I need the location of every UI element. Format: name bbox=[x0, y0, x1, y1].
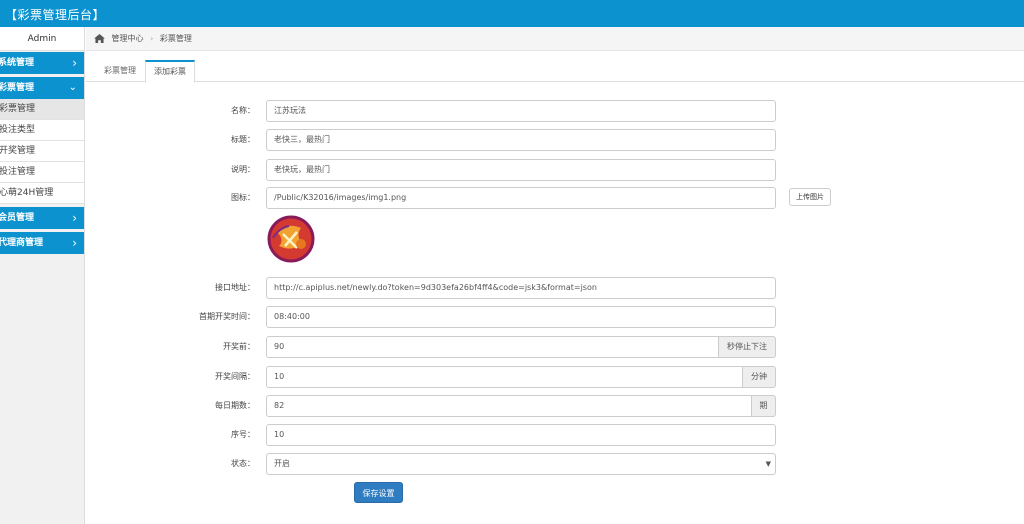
sidebar-group-label: 系统管理 bbox=[0, 58, 35, 68]
desc-input[interactable]: 老快玩，最热门 bbox=[266, 159, 776, 181]
sidebar-group-system[interactable]: 系统管理 › bbox=[0, 52, 84, 74]
desc-label: 说明： bbox=[231, 165, 255, 174]
api-label: 接口地址： bbox=[215, 283, 255, 292]
top-header-bar: 【彩票管理后台】 bbox=[0, 0, 1024, 27]
status-label: 状态： bbox=[231, 459, 255, 468]
sidebar-item-label: 心萌24H管理 bbox=[0, 188, 54, 198]
order-label: 序号： bbox=[231, 430, 255, 439]
form-row-desc: 说明： 老快玩，最热门 bbox=[86, 159, 1024, 181]
chevron-right-icon: › bbox=[72, 56, 77, 70]
icon-path-input[interactable]: /Public/K32016/images/img1.png bbox=[266, 187, 776, 209]
name-label: 名称： bbox=[231, 106, 255, 115]
status-select-value: 开启 bbox=[274, 459, 290, 468]
form-row-daily: 每日期数： 82 期 bbox=[86, 395, 1024, 417]
sidebar: Admin 系统管理 › 彩票管理 ⌄ 彩票管理 投注类型 开奖管理 投注管理 … bbox=[0, 27, 85, 524]
tab-bar: 彩票管理 添加彩票 bbox=[86, 60, 1024, 83]
interval-addon: 分钟 bbox=[743, 366, 776, 388]
icon-preview-image bbox=[267, 214, 329, 264]
sidebar-item-label: 投注管理 bbox=[0, 167, 36, 177]
app-title: 【彩票管理后台】 bbox=[5, 8, 106, 22]
sidebar-item-label: 彩票管理 bbox=[0, 104, 36, 114]
daily-label: 每日期数： bbox=[215, 401, 255, 410]
sidebar-group-label: 彩票管理 bbox=[0, 83, 35, 93]
form-row-status: 状态： 开启 ▼ bbox=[86, 453, 1024, 475]
breadcrumb-current: 彩票管理 bbox=[159, 34, 192, 43]
form-row-name: 名称： 江苏玩法 bbox=[86, 100, 1024, 122]
chevron-right-icon: › bbox=[72, 211, 77, 225]
sidebar-item-bet-type[interactable]: 投注类型 bbox=[0, 120, 84, 141]
sidebar-user: Admin bbox=[0, 27, 84, 51]
daily-addon: 期 bbox=[752, 395, 776, 417]
sidebar-group-agents[interactable]: 代理商管理 › bbox=[0, 232, 84, 254]
before-seconds-input[interactable]: 90 bbox=[266, 336, 719, 358]
breadcrumb-separator-icon: › bbox=[150, 34, 154, 43]
sidebar-group-label: 会员管理 bbox=[0, 213, 35, 223]
main-content: 管理中心 › 彩票管理 彩票管理 添加彩票 名称： 江苏玩法 标题： 老快三，最… bbox=[86, 27, 1024, 524]
sidebar-group-label: 代理商管理 bbox=[0, 238, 44, 248]
sidebar-item-draw-manage[interactable]: 开奖管理 bbox=[0, 141, 84, 162]
name-input[interactable]: 江苏玩法 bbox=[266, 100, 776, 122]
daily-input-group: 82 期 bbox=[266, 395, 776, 417]
form-row-first-time: 首期开奖时间： 08:40:00 bbox=[86, 306, 1024, 328]
first-time-label: 首期开奖时间： bbox=[199, 312, 255, 321]
sidebar-item-24h-manage[interactable]: 心萌24H管理 bbox=[0, 183, 84, 204]
sidebar-item-label: 开奖管理 bbox=[0, 146, 36, 156]
form-row-interval: 开奖间隔： 10 分钟 bbox=[86, 366, 1024, 388]
breadcrumb-home[interactable]: 管理中心 bbox=[112, 34, 144, 43]
sidebar-item-lottery-manage[interactable]: 彩票管理 bbox=[0, 99, 84, 120]
form-row-icon: 图标： /Public/K32016/images/img1.png 上传图片 bbox=[86, 187, 1024, 209]
before-label: 开奖前： bbox=[223, 342, 255, 351]
form-row-api: 接口地址： http://c.apiplus.net/newly.do?toke… bbox=[86, 277, 1024, 299]
sidebar-group-members[interactable]: 会员管理 › bbox=[0, 207, 84, 229]
sidebar-item-bet-manage[interactable]: 投注管理 bbox=[0, 162, 84, 183]
interval-input-group: 10 分钟 bbox=[266, 366, 776, 388]
first-draw-time-input[interactable]: 08:40:00 bbox=[266, 306, 776, 328]
breadcrumb: 管理中心 › 彩票管理 bbox=[86, 27, 1024, 51]
chevron-right-icon: › bbox=[72, 236, 77, 250]
tab-add-lottery[interactable]: 添加彩票 bbox=[145, 60, 195, 83]
sidebar-item-label: 投注类型 bbox=[0, 125, 36, 135]
form-row-order: 序号： 10 bbox=[86, 424, 1024, 446]
form-row-title: 标题： 老快三，最热门 bbox=[86, 129, 1024, 151]
before-addon: 秒停止下注 bbox=[719, 336, 776, 358]
lottery-logo-icon bbox=[267, 214, 329, 264]
interval-input[interactable]: 10 bbox=[266, 366, 743, 388]
api-url-input[interactable]: http://c.apiplus.net/newly.do?token=9d30… bbox=[266, 277, 776, 299]
title-label: 标题： bbox=[231, 135, 255, 144]
sidebar-group-lottery[interactable]: 彩票管理 ⌄ bbox=[0, 77, 84, 99]
upload-image-button[interactable]: 上传图片 bbox=[789, 188, 831, 206]
interval-label: 开奖间隔： bbox=[215, 372, 255, 381]
status-select[interactable]: 开启 ▼ bbox=[266, 453, 776, 475]
tab-lottery-list[interactable]: 彩票管理 bbox=[96, 60, 144, 82]
chevron-down-icon: ⌄ bbox=[68, 82, 77, 93]
home-icon bbox=[94, 34, 105, 43]
save-settings-button[interactable]: 保存设置 bbox=[354, 482, 403, 503]
before-input-group: 90 秒停止下注 bbox=[266, 336, 776, 358]
title-input[interactable]: 老快三，最热门 bbox=[266, 129, 776, 151]
form-row-before: 开奖前： 90 秒停止下注 bbox=[86, 336, 1024, 358]
icon-label: 图标： bbox=[231, 193, 255, 202]
daily-count-input[interactable]: 82 bbox=[266, 395, 752, 417]
order-input[interactable]: 10 bbox=[266, 424, 776, 446]
caret-down-icon: ▼ bbox=[765, 460, 771, 468]
